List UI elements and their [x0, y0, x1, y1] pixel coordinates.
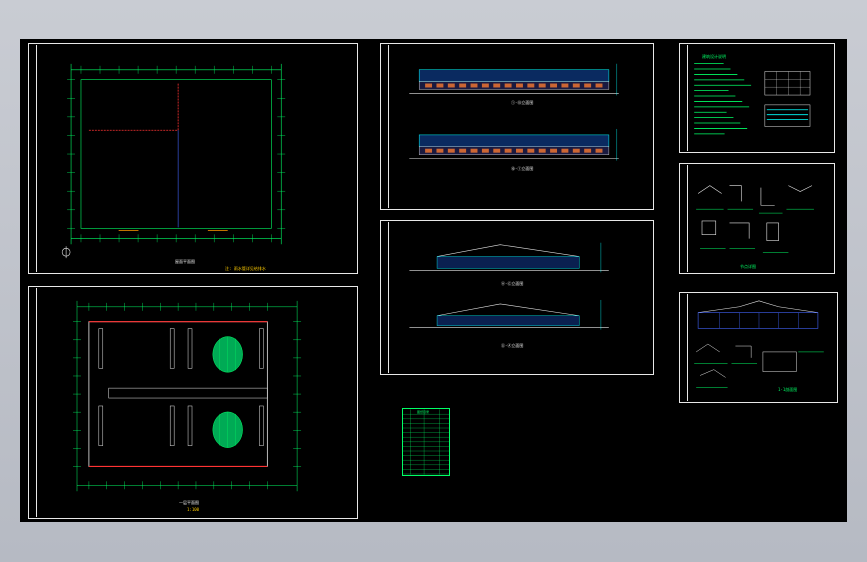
window [595, 83, 603, 88]
elevation-c-caption: Ⓐ-Ⓖ立面图 [501, 281, 524, 286]
window [470, 83, 478, 88]
window [538, 148, 546, 153]
sheet-roof-plan[interactable]: 屋面平面图 注: 雨水管详见给排水 [28, 43, 358, 274]
window [584, 83, 592, 88]
sheet-elevations-side[interactable]: Ⓐ-Ⓖ立面图 Ⓖ-Ⓐ立面图 [380, 220, 654, 375]
details-caption: 节点详图 [740, 264, 756, 269]
elevation-b-caption: ⑩-①立面图 [511, 166, 534, 171]
design-notes-drawing [694, 63, 811, 135]
window [538, 83, 546, 88]
window [436, 148, 444, 153]
window [504, 83, 512, 88]
window [550, 83, 558, 88]
window [493, 148, 501, 153]
drawing-canvas[interactable]: 屋面平面图 注: 雨水管详见给排水 一层平面图 1:100 ①-⑩立面图 ⑩-①… [20, 39, 847, 522]
window [572, 83, 580, 88]
window [459, 83, 467, 88]
floor-plan-caption: 一层平面图 [179, 500, 199, 505]
design-notes-caption: 建筑设计说明 [702, 54, 726, 59]
floor-plan-scale: 1:100 [187, 507, 200, 512]
sheet-design-notes[interactable]: 建筑设计说明 [679, 43, 835, 153]
details-drawing [696, 185, 814, 253]
sheet-elevations-front[interactable]: ①-⑩立面图 ⑩-①立面图 [380, 43, 654, 210]
window [447, 148, 455, 153]
window [516, 148, 523, 153]
window [459, 148, 467, 153]
window [493, 83, 501, 88]
sheet-floor-plan[interactable]: 一层平面图 1:100 [28, 286, 358, 519]
drawing-index-caption: 图纸目录 [417, 410, 430, 414]
front-elevations-drawing [409, 63, 619, 161]
window [425, 83, 433, 88]
window [504, 148, 512, 153]
roof-plan-note: 注: 雨水管详见给排水 [225, 266, 266, 271]
elevation-a-caption: ①-⑩立面图 [511, 100, 534, 105]
window [516, 83, 523, 88]
window [481, 148, 489, 153]
section-caption: 1-1剖面图 [778, 387, 798, 392]
elevation-d-caption: Ⓖ-Ⓐ立面图 [501, 343, 524, 348]
floor-plan-drawing [73, 300, 302, 492]
window [436, 83, 444, 88]
window [595, 148, 603, 153]
window [425, 148, 433, 153]
window [561, 148, 569, 153]
window [527, 148, 535, 153]
side-elevations-drawing [409, 242, 609, 330]
window [527, 83, 535, 88]
window [481, 83, 489, 88]
sheet-details[interactable]: 节点详图 [679, 163, 835, 274]
window [447, 83, 455, 88]
window [572, 148, 580, 153]
window [561, 83, 569, 88]
sheet-drawing-index[interactable]: 图纸目录 [402, 408, 450, 476]
window [470, 148, 478, 153]
roof-plan-drawing [61, 63, 286, 259]
window [550, 148, 558, 153]
section-drawing [694, 300, 824, 388]
window [584, 148, 592, 153]
drawing-index-table [403, 409, 449, 475]
sheet-section[interactable]: 1-1剖面图 [679, 292, 838, 403]
roof-plan-caption: 屋面平面图 [175, 259, 195, 264]
